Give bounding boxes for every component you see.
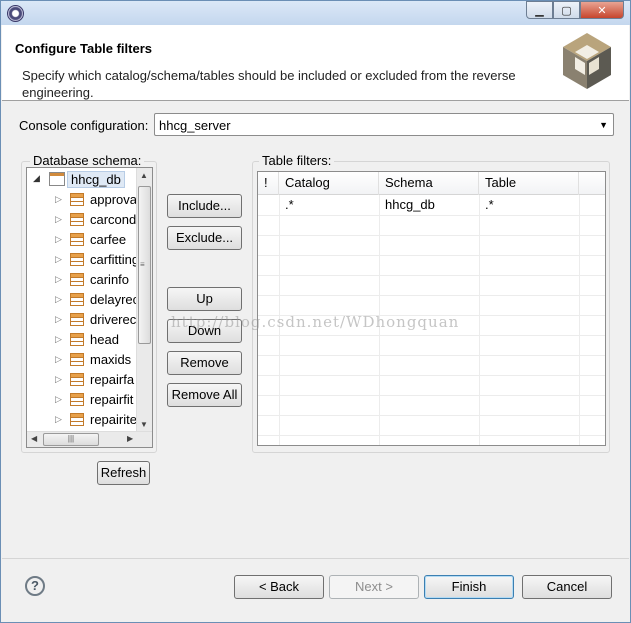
title-bar: ▁ ▢ ✕ [1,1,630,25]
tree-item-label: driverec [90,312,137,327]
database-schema-label: Database schema: [30,153,145,168]
tree-item-label: carcond [90,212,137,227]
dialog-window: ▁ ▢ ✕ Configure Table filters Specify wh… [0,0,631,623]
scroll-right-arrow-icon[interactable]: ▶ [127,434,133,443]
next-button[interactable]: Next > [329,575,419,599]
chevron-down-icon: ▼ [599,120,608,130]
table-icon [70,193,84,206]
table-icon [70,393,84,406]
page-description: Specify which catalog/schema/tables shou… [22,68,516,100]
expand-arrow-icon[interactable]: ▷ [55,254,62,265]
page-title: Configure Table filters [15,41,152,56]
table-icon [70,413,84,426]
hibernate-logo-icon [563,33,611,89]
minimize-button[interactable]: ▁ [526,1,553,19]
watermark-text: http://blog.csdn.net/WDhongquan [171,313,460,331]
cancel-button[interactable]: Cancel [522,575,612,599]
expand-arrow-icon[interactable]: ▷ [55,214,62,225]
back-button[interactable]: < Back [234,575,324,599]
table-icon [70,233,84,246]
scroll-left-arrow-icon[interactable]: ◀ [31,434,37,443]
database-icon [49,172,65,186]
expand-arrow-icon[interactable]: ▷ [55,194,62,205]
up-button[interactable]: Up [167,287,242,311]
tree-horizontal-scrollbar[interactable]: ◀ ||| ▶ [27,431,152,447]
expand-arrow-icon[interactable]: ▷ [55,234,62,245]
column-header-exclude[interactable]: ! [258,172,279,195]
table-icon [70,273,84,286]
tree-item-label: approva [90,192,137,207]
close-button[interactable]: ✕ [580,1,624,19]
table-filters-label: Table filters: [259,153,335,168]
cell-schema[interactable]: hhcg_db [379,195,479,215]
tree-item-label: delayrec [90,292,140,307]
tree-item-label: carfitting [90,252,140,267]
console-config-label: Console configuration: [19,118,149,133]
scroll-up-arrow-icon[interactable]: ▲ [140,171,148,180]
wizard-banner: Configure Table filters Specify which ca… [2,25,629,101]
expand-arrow-icon[interactable]: ▷ [55,414,62,425]
tree-item-label: repairfa [90,372,135,387]
expand-arrow-icon[interactable]: ▷ [55,294,62,305]
table-icon [70,253,84,266]
expand-arrow-icon[interactable]: ▷ [55,374,62,385]
table-icon [70,313,84,326]
cell-table[interactable]: .* [479,195,579,215]
table-icon [70,293,84,306]
collapse-arrow-icon[interactable]: ◢ [33,173,40,184]
tree-item-label: carinfo [90,272,130,287]
console-config-select[interactable]: hhcg_server ▼ [154,113,614,136]
finish-button[interactable]: Finish [424,575,514,599]
expand-arrow-icon[interactable]: ▷ [55,394,62,405]
column-header-table[interactable]: Table [479,172,579,195]
expand-arrow-icon[interactable]: ▷ [55,274,62,285]
help-icon[interactable]: ? [25,576,45,596]
remove-button[interactable]: Remove [167,351,242,375]
tree-item-label: head [90,332,119,347]
column-header-catalog[interactable]: Catalog [279,172,379,195]
scrollbar-thumb[interactable]: ||| [43,433,99,446]
tree-item-label: repairfit [90,392,134,407]
tree-item-label: repairite [90,412,137,427]
cell-exclude-flag[interactable] [258,195,279,215]
tree-item-label: maxids [90,352,132,367]
remove-all-button[interactable]: Remove All [167,383,242,407]
table-icon [70,333,84,346]
table-icon [70,353,84,366]
footer-divider [2,558,629,559]
table-icon [70,213,84,226]
tree-vertical-scrollbar[interactable]: ▲ ≡ ▼ [136,168,152,431]
eclipse-app-icon [7,5,24,22]
table-icon [70,373,84,386]
expand-arrow-icon[interactable]: ▷ [55,354,62,365]
include-button[interactable]: Include... [167,194,242,218]
refresh-button[interactable]: Refresh [97,461,150,485]
exclude-button[interactable]: Exclude... [167,226,242,250]
tree-root-label: hhcg_db [67,171,125,188]
table-header: ! Catalog Schema Table [258,172,605,195]
cell-catalog[interactable]: .* [279,195,379,215]
scroll-down-arrow-icon[interactable]: ▼ [140,420,148,429]
maximize-button[interactable]: ▢ [553,1,580,19]
table-filters-grid[interactable]: ! Catalog Schema Table .* hhcg_db .* [257,171,606,446]
tree-item-label: carfee [90,232,127,247]
schema-tree[interactable]: ◢ hhcg_db ▷ approva ▷ carcond ▷ carfee ▷ carfit… [26,167,153,448]
scrollbar-grip-icon: ≡ [140,260,145,269]
expand-arrow-icon[interactable]: ▷ [55,314,62,325]
console-config-value: hhcg_server [159,118,231,133]
column-header-schema[interactable]: Schema [379,172,479,195]
expand-arrow-icon[interactable]: ▷ [55,334,62,345]
